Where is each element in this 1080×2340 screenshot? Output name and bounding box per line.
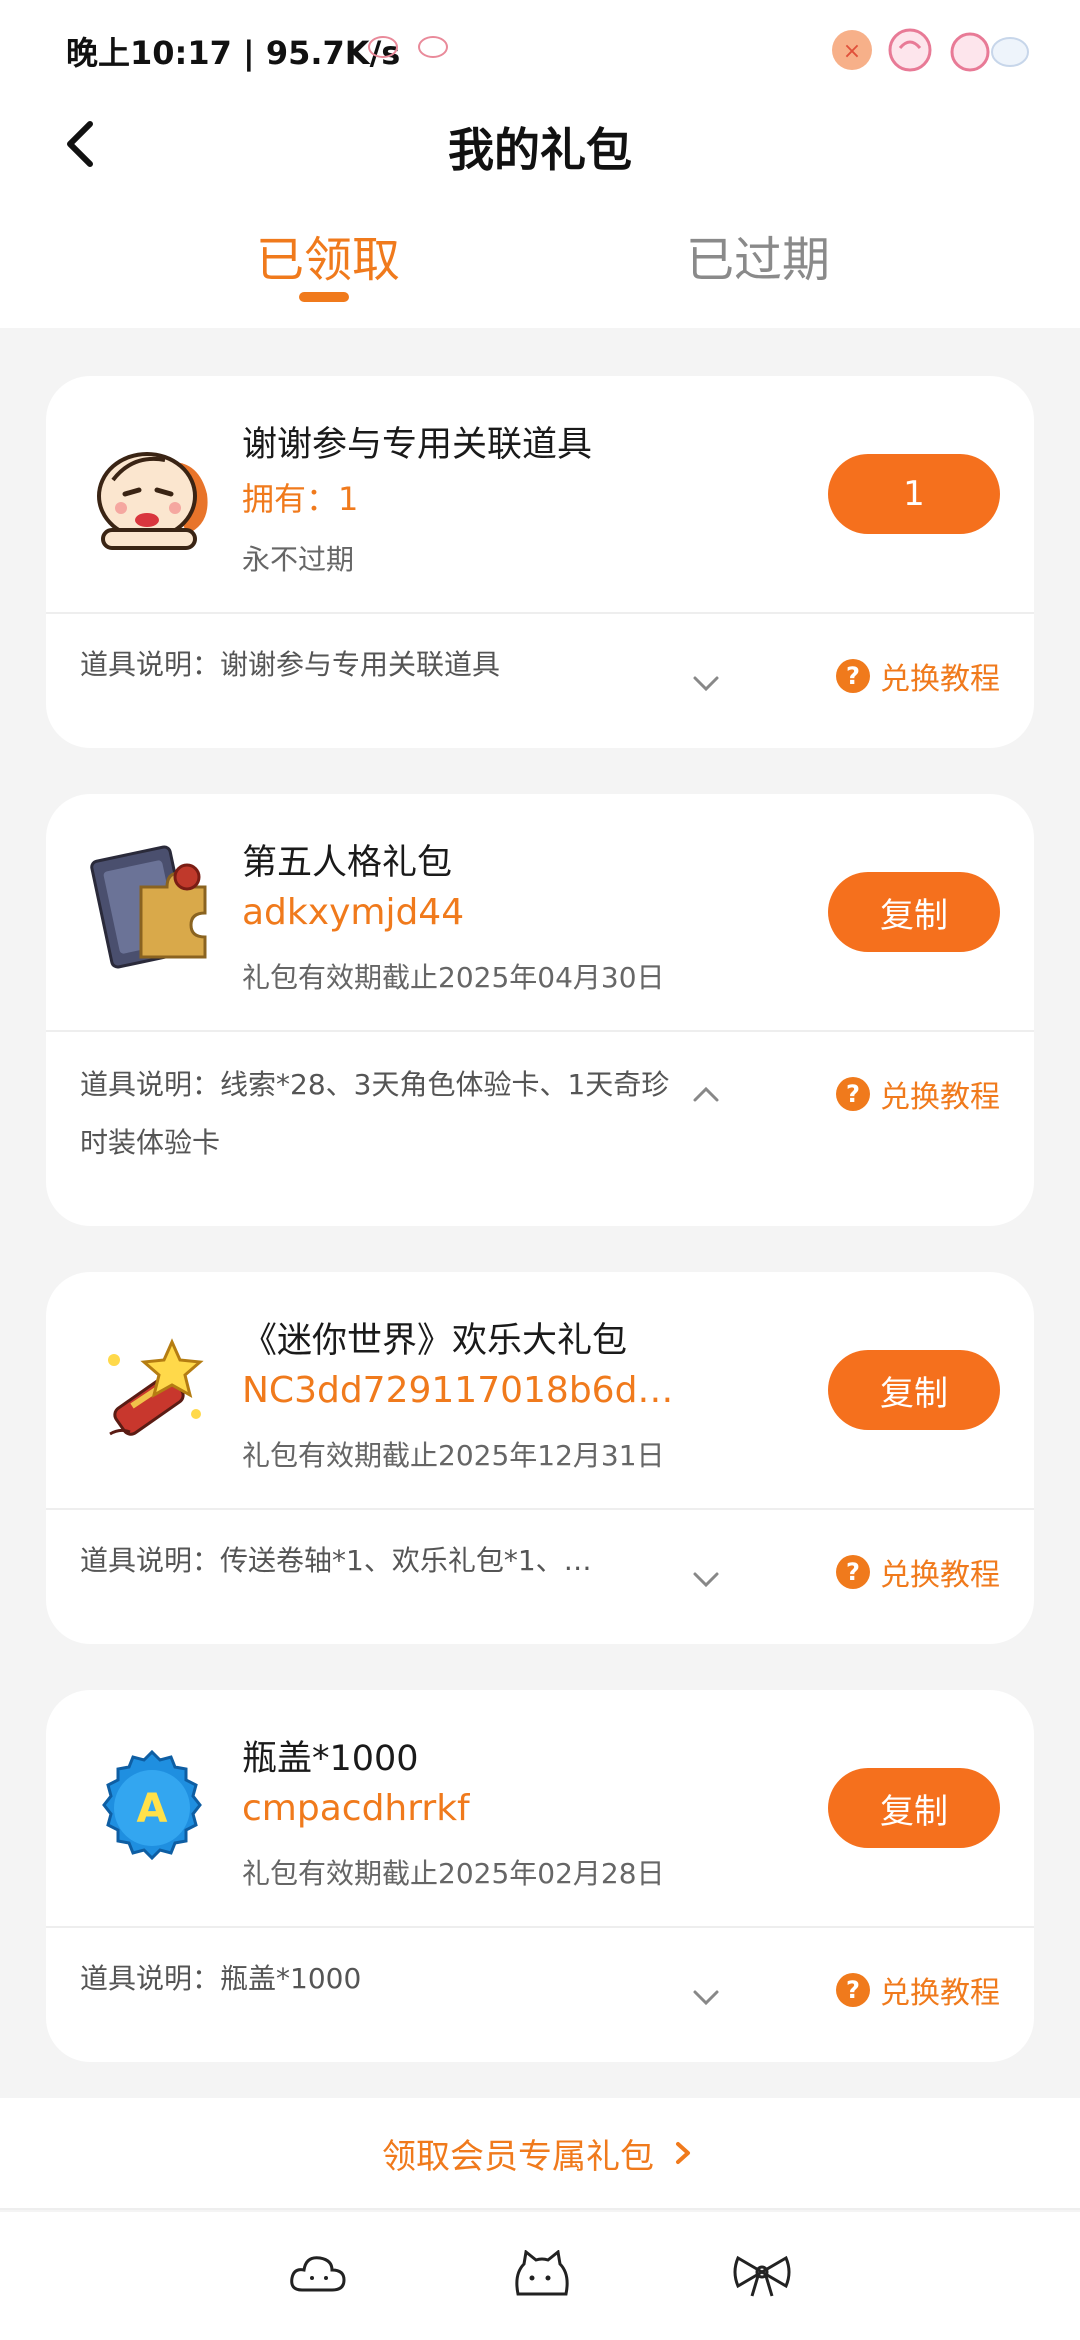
- cat-face-icon[interactable]: [510, 2250, 570, 2300]
- gift-description: 道具说明：谢谢参与专用关联道具: [80, 648, 501, 681]
- tutorial-label: 兑换教程: [880, 662, 1000, 697]
- gift-card: 《迷你世界》欢乐大礼包 NC3dd729117018b6d3d… 礼包有效期截止…: [46, 1272, 1034, 1644]
- firecracker-star-icon: [82, 1320, 222, 1460]
- gift-name: 谢谢参与专用关联道具: [242, 425, 593, 465]
- question-icon: ?: [836, 1077, 870, 1111]
- puzzle-card-icon: [82, 838, 222, 978]
- svg-text:A: A: [137, 1786, 168, 1832]
- tab-active-indicator: [299, 292, 349, 302]
- question-icon: ?: [836, 659, 870, 693]
- cloud-face-icon[interactable]: [288, 2250, 348, 2300]
- member-gift-bar: 领取会员专属礼包: [0, 2098, 1080, 2210]
- status-text: 晚上10:17 | 95.7K/s: [66, 34, 401, 72]
- gift-code: adkxymjd44: [242, 892, 465, 933]
- chevron-right-icon: [676, 2142, 690, 2164]
- chevron-down-icon[interactable]: [686, 664, 726, 704]
- gift-card: A 瓶盖*1000 cmpacdhrrkf 礼包有效期截止2025年02月28日…: [46, 1690, 1034, 2062]
- gift-code: cmpacdhrrkf: [242, 1788, 470, 1829]
- tutorial-label: 兑换教程: [880, 1976, 1000, 2011]
- divider: [46, 1508, 1034, 1510]
- svg-text:×: ×: [843, 39, 861, 64]
- gift-expiry: 礼包有效期截止2025年12月31日: [242, 1439, 665, 1472]
- page-title: 我的礼包: [448, 123, 632, 177]
- copy-button[interactable]: 复制: [828, 872, 1000, 952]
- tab-bar: 已领取 已过期: [0, 210, 1080, 310]
- tab-claimed[interactable]: 已领取: [256, 220, 400, 290]
- nav-bar: 我的礼包: [0, 96, 1080, 192]
- gift-card: 第五人格礼包 adkxymjd44 礼包有效期截止2025年04月30日 复制 …: [46, 794, 1034, 1226]
- member-gift-link[interactable]: 领取会员专属礼包: [382, 2129, 698, 2178]
- divider: [46, 612, 1034, 614]
- divider: [46, 1030, 1034, 1032]
- gift-name: 瓶盖*1000: [242, 1739, 419, 1779]
- header-area: 晚上10:17 | 95.7K/s × 我的礼包 已领取 已过期: [0, 0, 1080, 328]
- copy-button[interactable]: 复制: [828, 1350, 1000, 1430]
- gift-description: 道具说明：线索*28、3天角色体验卡、1天奇珍时装体验卡: [80, 1068, 670, 1159]
- tab-expired[interactable]: 已过期: [686, 220, 830, 290]
- copy-button[interactable]: 复制: [828, 1768, 1000, 1848]
- gift-description: 道具说明：传送卷轴*1、欢乐礼包*1、…: [80, 1544, 592, 1577]
- divider: [46, 1926, 1034, 1928]
- question-icon: ?: [836, 1973, 870, 2007]
- gift-name: 第五人格礼包: [242, 843, 453, 883]
- tutorial-label: 兑换教程: [880, 1080, 1000, 1115]
- bow-tie-icon[interactable]: [732, 2250, 792, 2300]
- gift-code: NC3dd729117018b6d3d…: [242, 1370, 682, 1411]
- question-icon: ?: [836, 1555, 870, 1589]
- chevron-up-icon[interactable]: [686, 1074, 726, 1114]
- use-button[interactable]: 1: [828, 454, 1000, 534]
- gift-expiry: 永不过期: [242, 543, 355, 576]
- tutorial-link[interactable]: ? 兑换教程: [836, 654, 1000, 698]
- notification-icon: [368, 36, 398, 58]
- chevron-down-icon[interactable]: [686, 1978, 726, 2018]
- tutorial-link[interactable]: ? 兑换教程: [836, 1072, 1000, 1116]
- gift-card: 谢谢参与专用关联道具 拥有：1 永不过期 1 道具说明：谢谢参与专用关联道具 ?…: [46, 376, 1034, 748]
- cartoon-character-icon: [82, 424, 222, 564]
- gift-name: 《迷你世界》欢乐大礼包: [242, 1321, 628, 1361]
- chevron-down-icon[interactable]: [686, 1560, 726, 1600]
- status-bar: 晚上10:17 | 95.7K/s ×: [0, 0, 1080, 96]
- tutorial-link[interactable]: ? 兑换教程: [836, 1968, 1000, 2012]
- bottom-nav: [0, 2212, 1080, 2340]
- tutorial-label: 兑换教程: [880, 1558, 1000, 1593]
- bottle-cap-icon: A: [82, 1738, 222, 1878]
- notification-icon: [418, 36, 448, 58]
- gift-description: 道具说明：瓶盖*1000: [80, 1962, 362, 1995]
- gift-owned-count: 拥有：1: [242, 480, 359, 518]
- gift-expiry: 礼包有效期截止2025年02月28日: [242, 1857, 665, 1890]
- member-gift-label: 领取会员专属礼包: [382, 2136, 654, 2177]
- status-decoration-icon: ×: [832, 28, 1029, 72]
- gift-expiry: 礼包有效期截止2025年04月30日: [242, 961, 665, 994]
- tutorial-link[interactable]: ? 兑换教程: [836, 1550, 1000, 1594]
